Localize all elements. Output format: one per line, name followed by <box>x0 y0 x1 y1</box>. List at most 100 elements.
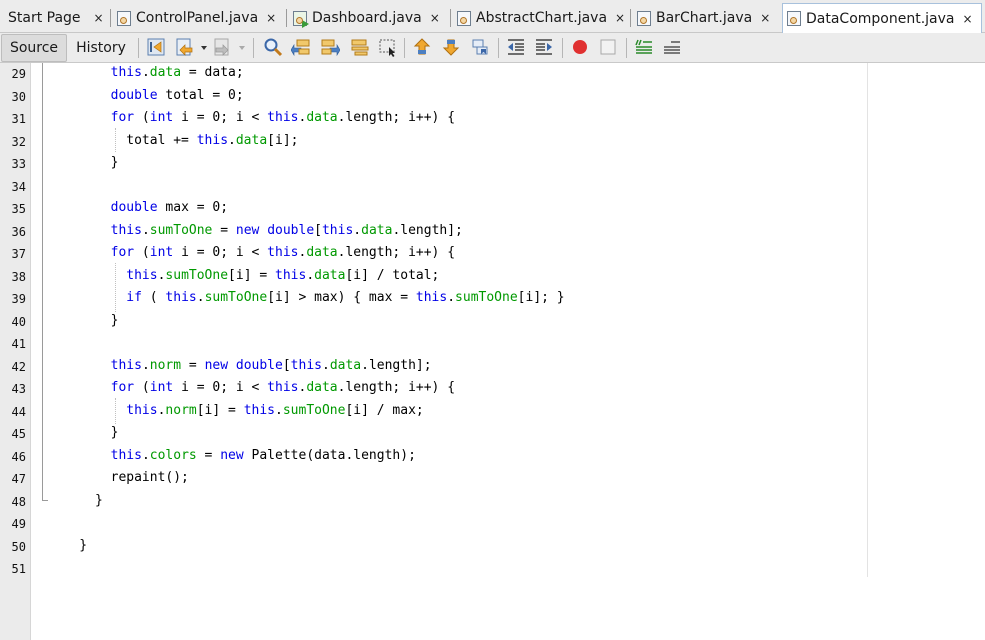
line-number: 42 <box>11 359 26 374</box>
close-tab-icon[interactable]: × <box>760 11 770 25</box>
code-text: . <box>228 132 236 148</box>
code-line[interactable]: } <box>48 313 119 328</box>
close-tab-icon[interactable]: × <box>94 11 104 25</box>
previous-bookmark-icon[interactable] <box>412 37 432 57</box>
tab-start-page[interactable]: Start Page × <box>0 4 111 32</box>
tab-label: AbstractChart.java <box>476 10 608 26</box>
code-line[interactable]: } <box>48 538 87 553</box>
find-next-icon[interactable] <box>320 37 340 57</box>
line-number: 46 <box>11 449 26 464</box>
code-keyword: this <box>196 132 229 148</box>
code-keyword: this <box>275 267 307 283</box>
code-line[interactable]: this.colors = new Palette(data.length); <box>48 448 416 463</box>
java-file-icon <box>117 10 131 26</box>
tab-label: Dashboard.java <box>312 10 422 26</box>
start-macro-icon[interactable] <box>570 37 590 57</box>
code-text: . <box>141 222 150 238</box>
line-number: 45 <box>11 427 26 441</box>
code-text: total += <box>48 132 197 148</box>
code-text: ( <box>134 245 150 260</box>
code-line[interactable]: for (int i = 0; i < this.data.length; i+… <box>48 110 455 125</box>
code-text: . <box>141 357 150 373</box>
next-bookmark-icon[interactable] <box>441 37 461 57</box>
line-number: 40 <box>11 314 26 329</box>
line-number: 38 <box>11 269 26 284</box>
code-line[interactable]: double total = 0; <box>48 88 244 103</box>
code-text: .length; i++) { <box>337 245 456 260</box>
back-dropdown-icon[interactable] <box>199 37 209 57</box>
line-number: 47 <box>11 472 26 486</box>
code-line[interactable]: this.norm[i] = this.sumToOne[i] / max; <box>48 402 423 418</box>
code-text: [i]; } <box>517 290 565 305</box>
code-line[interactable]: if ( this.sumToOne[i] > max) { max = thi… <box>48 290 565 305</box>
tab-controlpanel-java[interactable]: ControlPanel.java × <box>113 4 287 32</box>
tab-label: BarChart.java <box>656 10 753 26</box>
code-keyword: new <box>220 447 244 463</box>
code-keyword: int <box>149 110 174 125</box>
code-line[interactable]: } <box>48 425 119 440</box>
code-line[interactable]: total += this.data[i]; <box>48 133 298 148</box>
code-line[interactable]: } <box>48 155 119 170</box>
last-edit-icon[interactable] <box>146 37 166 57</box>
code-keyword: this <box>267 380 299 395</box>
tab-dashboard-java[interactable]: Dashboard.java × <box>289 4 451 32</box>
code-keyword: double <box>235 357 283 373</box>
code-text: repaint(); <box>48 470 189 485</box>
find-previous-icon[interactable] <box>291 37 311 57</box>
code-text: i = 0; i < <box>173 245 268 260</box>
close-tab-icon[interactable]: × <box>615 11 625 25</box>
code-line[interactable]: this.sumToOne = new double[this.data.len… <box>48 223 463 238</box>
code-keyword: this <box>110 65 142 80</box>
history-button[interactable]: History <box>69 34 133 62</box>
code-line[interactable]: double max = 0; <box>48 200 228 215</box>
shift-left-icon[interactable] <box>506 37 526 57</box>
line-number: 48 <box>11 494 26 509</box>
code-keyword: this <box>290 357 322 373</box>
line-number: 43 <box>11 382 26 396</box>
close-tab-icon[interactable]: × <box>963 12 973 26</box>
tab-datacomponent-java[interactable]: DataComponent.java × <box>782 3 982 33</box>
close-tab-icon[interactable]: × <box>430 11 440 25</box>
java-file-icon <box>457 10 471 26</box>
back-icon[interactable] <box>175 37 195 57</box>
code-text: .length; i++) { <box>337 110 456 125</box>
code-text: = <box>196 447 221 463</box>
code-text: . <box>321 357 330 373</box>
find-selection-icon[interactable] <box>378 37 398 57</box>
line-number: 37 <box>11 247 26 261</box>
code-text: .length; i++) { <box>337 380 456 395</box>
code-text: i = 0; i < <box>173 110 268 125</box>
code-keyword: double <box>267 222 315 238</box>
code-field: data <box>306 245 338 260</box>
code-line[interactable]: this.sumToOne[i] = this.data[i] / total; <box>48 268 439 283</box>
tab-barchart-java[interactable]: BarChart.java × <box>633 4 779 32</box>
code-line[interactable]: for (int i = 0; i < this.data.length; i+… <box>48 380 455 395</box>
stop-macro-icon <box>600 39 616 55</box>
tab-abstractchart-java[interactable]: AbstractChart.java × <box>453 4 631 32</box>
find-icon[interactable] <box>263 37 283 57</box>
code-field: data <box>329 357 362 373</box>
code-line[interactable]: } <box>48 493 103 508</box>
code-text: .length]; <box>392 222 463 238</box>
toggle-bookmark-icon[interactable] <box>470 37 490 57</box>
comment-icon[interactable] <box>634 37 654 57</box>
code-text: . <box>196 290 205 305</box>
close-tab-icon[interactable]: × <box>266 11 276 25</box>
code-line[interactable]: repaint(); <box>48 470 189 485</box>
right-margin-line <box>867 63 868 577</box>
code-keyword: this <box>267 110 299 125</box>
code-text: . <box>275 402 283 418</box>
indent-guide <box>115 128 116 152</box>
code-text: . <box>141 65 150 80</box>
toggle-highlight-icon[interactable] <box>350 37 370 57</box>
shift-right-icon[interactable] <box>534 37 554 57</box>
uncomment-icon[interactable] <box>662 37 682 57</box>
source-button[interactable]: Source <box>1 34 67 62</box>
code-line[interactable]: this.norm = new double[this.data.length]… <box>48 358 432 373</box>
code-line[interactable]: this.data = data; <box>48 65 244 80</box>
code-keyword: this <box>126 267 158 283</box>
line-number: 32 <box>11 134 26 149</box>
code-line[interactable]: for (int i = 0; i < this.data.length; i+… <box>48 245 455 260</box>
